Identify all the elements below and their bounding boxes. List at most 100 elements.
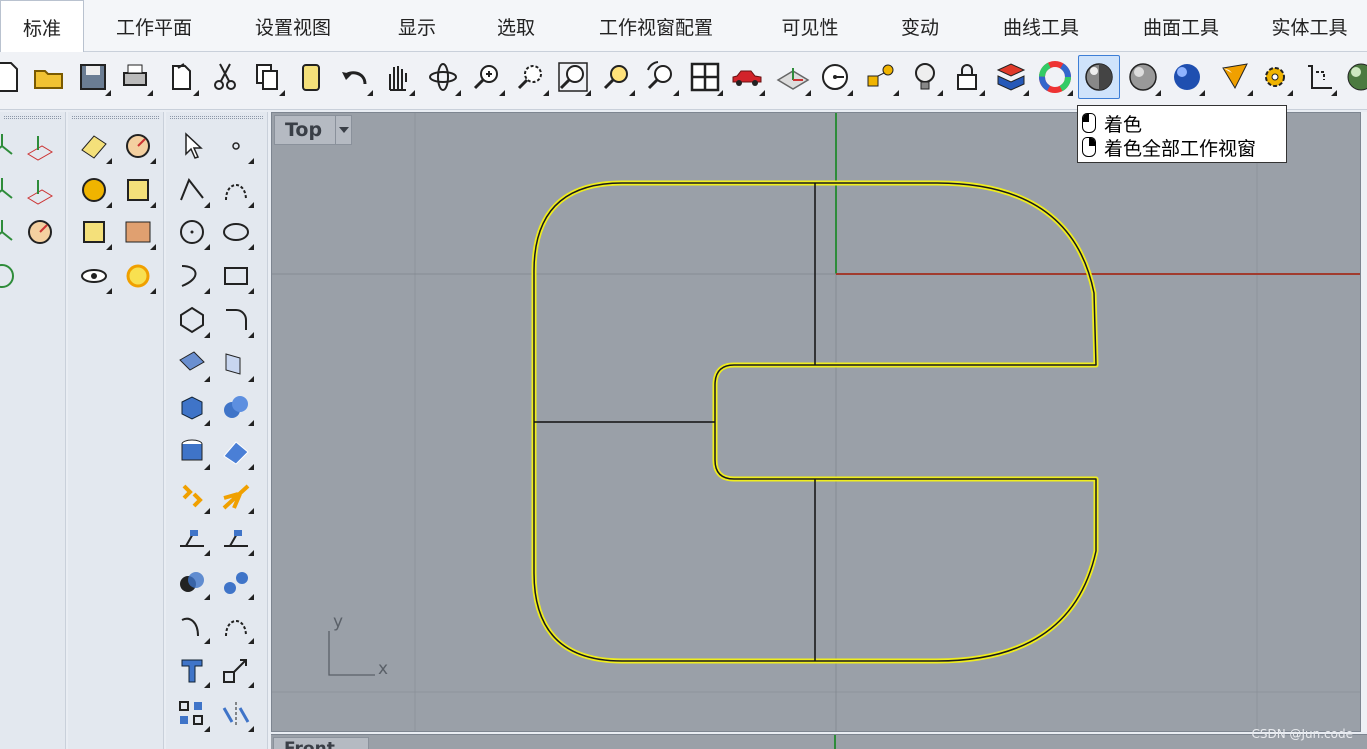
grid-axis-icon[interactable]: [20, 170, 60, 210]
rectangle-icon[interactable]: [216, 256, 256, 296]
sphere-extra-icon[interactable]: [1340, 55, 1367, 99]
tab-0[interactable]: 标准: [0, 0, 84, 53]
car-model-icon[interactable]: [726, 55, 768, 99]
axis-label-y: y: [333, 612, 343, 632]
right-mouse-button-icon: [1082, 137, 1096, 157]
render-sphere-icon[interactable]: [1166, 55, 1208, 99]
gumball-icon[interactable]: [0, 170, 22, 210]
dim-line-icon[interactable]: [172, 518, 212, 558]
tab-7[interactable]: 变动: [868, 0, 972, 52]
box-icon[interactable]: [172, 388, 212, 428]
save-icon[interactable]: [72, 55, 114, 99]
axis-label-x: x: [378, 659, 388, 679]
tab-9[interactable]: 曲面工具: [1110, 0, 1252, 52]
gumball-icon[interactable]: [0, 126, 22, 166]
tab-10[interactable]: 实体工具: [1252, 0, 1367, 52]
frame-icon[interactable]: [74, 212, 114, 252]
polyline-icon[interactable]: [172, 170, 212, 210]
copy-icon[interactable]: [246, 55, 288, 99]
boolean-icon[interactable]: [172, 562, 212, 602]
dimension-icon[interactable]: [1298, 55, 1340, 99]
explode-icon[interactable]: [216, 476, 256, 516]
tooltip-left-click-row: 着色: [1082, 112, 1142, 136]
viewport-menu-dropdown-icon[interactable]: [335, 116, 351, 144]
curve-icon[interactable]: [216, 606, 256, 646]
print-icon[interactable]: [114, 55, 156, 99]
front-viewport-title[interactable]: Front: [273, 737, 369, 749]
scale-icon[interactable]: [216, 650, 256, 690]
set-cplane-icon[interactable]: [772, 55, 814, 99]
mesh-icon[interactable]: [216, 432, 256, 472]
point-icon[interactable]: [216, 126, 256, 166]
zoom-dynamic-icon[interactable]: [466, 55, 508, 99]
import-icon[interactable]: [160, 55, 202, 99]
tooltip-right-click-row: 着色全部工作视窗: [1082, 136, 1256, 160]
tab-4[interactable]: 选取: [472, 0, 560, 52]
render-cone-icon[interactable]: [1214, 55, 1256, 99]
layer-objects-icon[interactable]: [860, 55, 902, 99]
frame-icon[interactable]: [118, 170, 158, 210]
shaded-icon[interactable]: [1078, 55, 1120, 99]
surface-icon[interactable]: [172, 344, 212, 384]
mirror-icon[interactable]: [216, 694, 256, 734]
ghosted-icon[interactable]: [1122, 55, 1164, 99]
text-icon[interactable]: [172, 650, 212, 690]
plane-surface-icon[interactable]: [74, 126, 114, 166]
cut-icon[interactable]: [204, 55, 246, 99]
tab-8[interactable]: 曲线工具: [972, 0, 1110, 52]
zoom-selected-icon[interactable]: [596, 55, 638, 99]
analyze-icon[interactable]: [118, 126, 158, 166]
sphere-outline-icon[interactable]: [0, 256, 22, 296]
options-gear-icon[interactable]: [1254, 55, 1296, 99]
four-viewports-icon[interactable]: [684, 55, 726, 99]
select-arrow-icon[interactable]: [172, 126, 212, 166]
gumball-icon[interactable]: [0, 212, 22, 252]
distance-icon[interactable]: [814, 55, 856, 99]
color-wheel-icon[interactable]: [1034, 55, 1076, 99]
viewport-title-tab[interactable]: Top: [274, 115, 352, 145]
tab-3[interactable]: 显示: [362, 0, 472, 52]
arc-icon[interactable]: [172, 256, 212, 296]
ellipse-icon[interactable]: [216, 212, 256, 252]
front-viewport[interactable]: Front: [271, 734, 1367, 749]
tab-6[interactable]: 可见性: [752, 0, 868, 52]
paste-icon[interactable]: [290, 55, 332, 99]
lightbulb-icon[interactable]: [904, 55, 946, 99]
dim-line-icon[interactable]: [216, 518, 256, 558]
extrude-surface-icon[interactable]: [216, 344, 256, 384]
curve-icon[interactable]: [216, 170, 256, 210]
circle-icon[interactable]: [172, 212, 212, 252]
viewport-title: Top: [285, 119, 323, 141]
pan-hand-icon[interactable]: [376, 55, 418, 99]
undo-icon[interactable]: [334, 55, 376, 99]
light-ring-icon[interactable]: [118, 256, 158, 296]
grid-axis-icon[interactable]: [20, 126, 60, 166]
gradient-icon[interactable]: [118, 212, 158, 252]
watermark: CSDN @Jun.code: [1251, 727, 1353, 741]
analyze-icon[interactable]: [20, 212, 60, 252]
top-viewport[interactable]: y x Top: [271, 112, 1361, 732]
transform-icon[interactable]: [172, 476, 212, 516]
open-folder-icon[interactable]: [28, 55, 70, 99]
polygon-icon[interactable]: [172, 300, 212, 340]
viewport-canvas[interactable]: y x: [272, 113, 1361, 732]
tab-5[interactable]: 工作视窗配置: [560, 0, 752, 52]
rebuild-curve-icon[interactable]: [172, 606, 212, 646]
sphere-group-icon[interactable]: [216, 388, 256, 428]
zoom-extents-icon[interactable]: [552, 55, 594, 99]
tab-1[interactable]: 工作平面: [84, 0, 224, 52]
eye-icon[interactable]: [74, 256, 114, 296]
ball-yellow-icon[interactable]: [74, 170, 114, 210]
split-icon[interactable]: [216, 562, 256, 602]
array-icon[interactable]: [172, 694, 212, 734]
shaded-tooltip: 着色 着色全部工作视窗: [1077, 105, 1287, 163]
cylinder-icon[interactable]: [172, 432, 212, 472]
lock-icon[interactable]: [946, 55, 988, 99]
tab-2[interactable]: 设置视图: [224, 0, 362, 52]
rotate-view-icon[interactable]: [422, 55, 464, 99]
new-file-icon[interactable]: [0, 55, 28, 99]
layer-color-icon[interactable]: [990, 55, 1032, 99]
undo-view-icon[interactable]: [640, 55, 682, 99]
zoom-window-icon[interactable]: [510, 55, 552, 99]
fillet-icon[interactable]: [216, 300, 256, 340]
